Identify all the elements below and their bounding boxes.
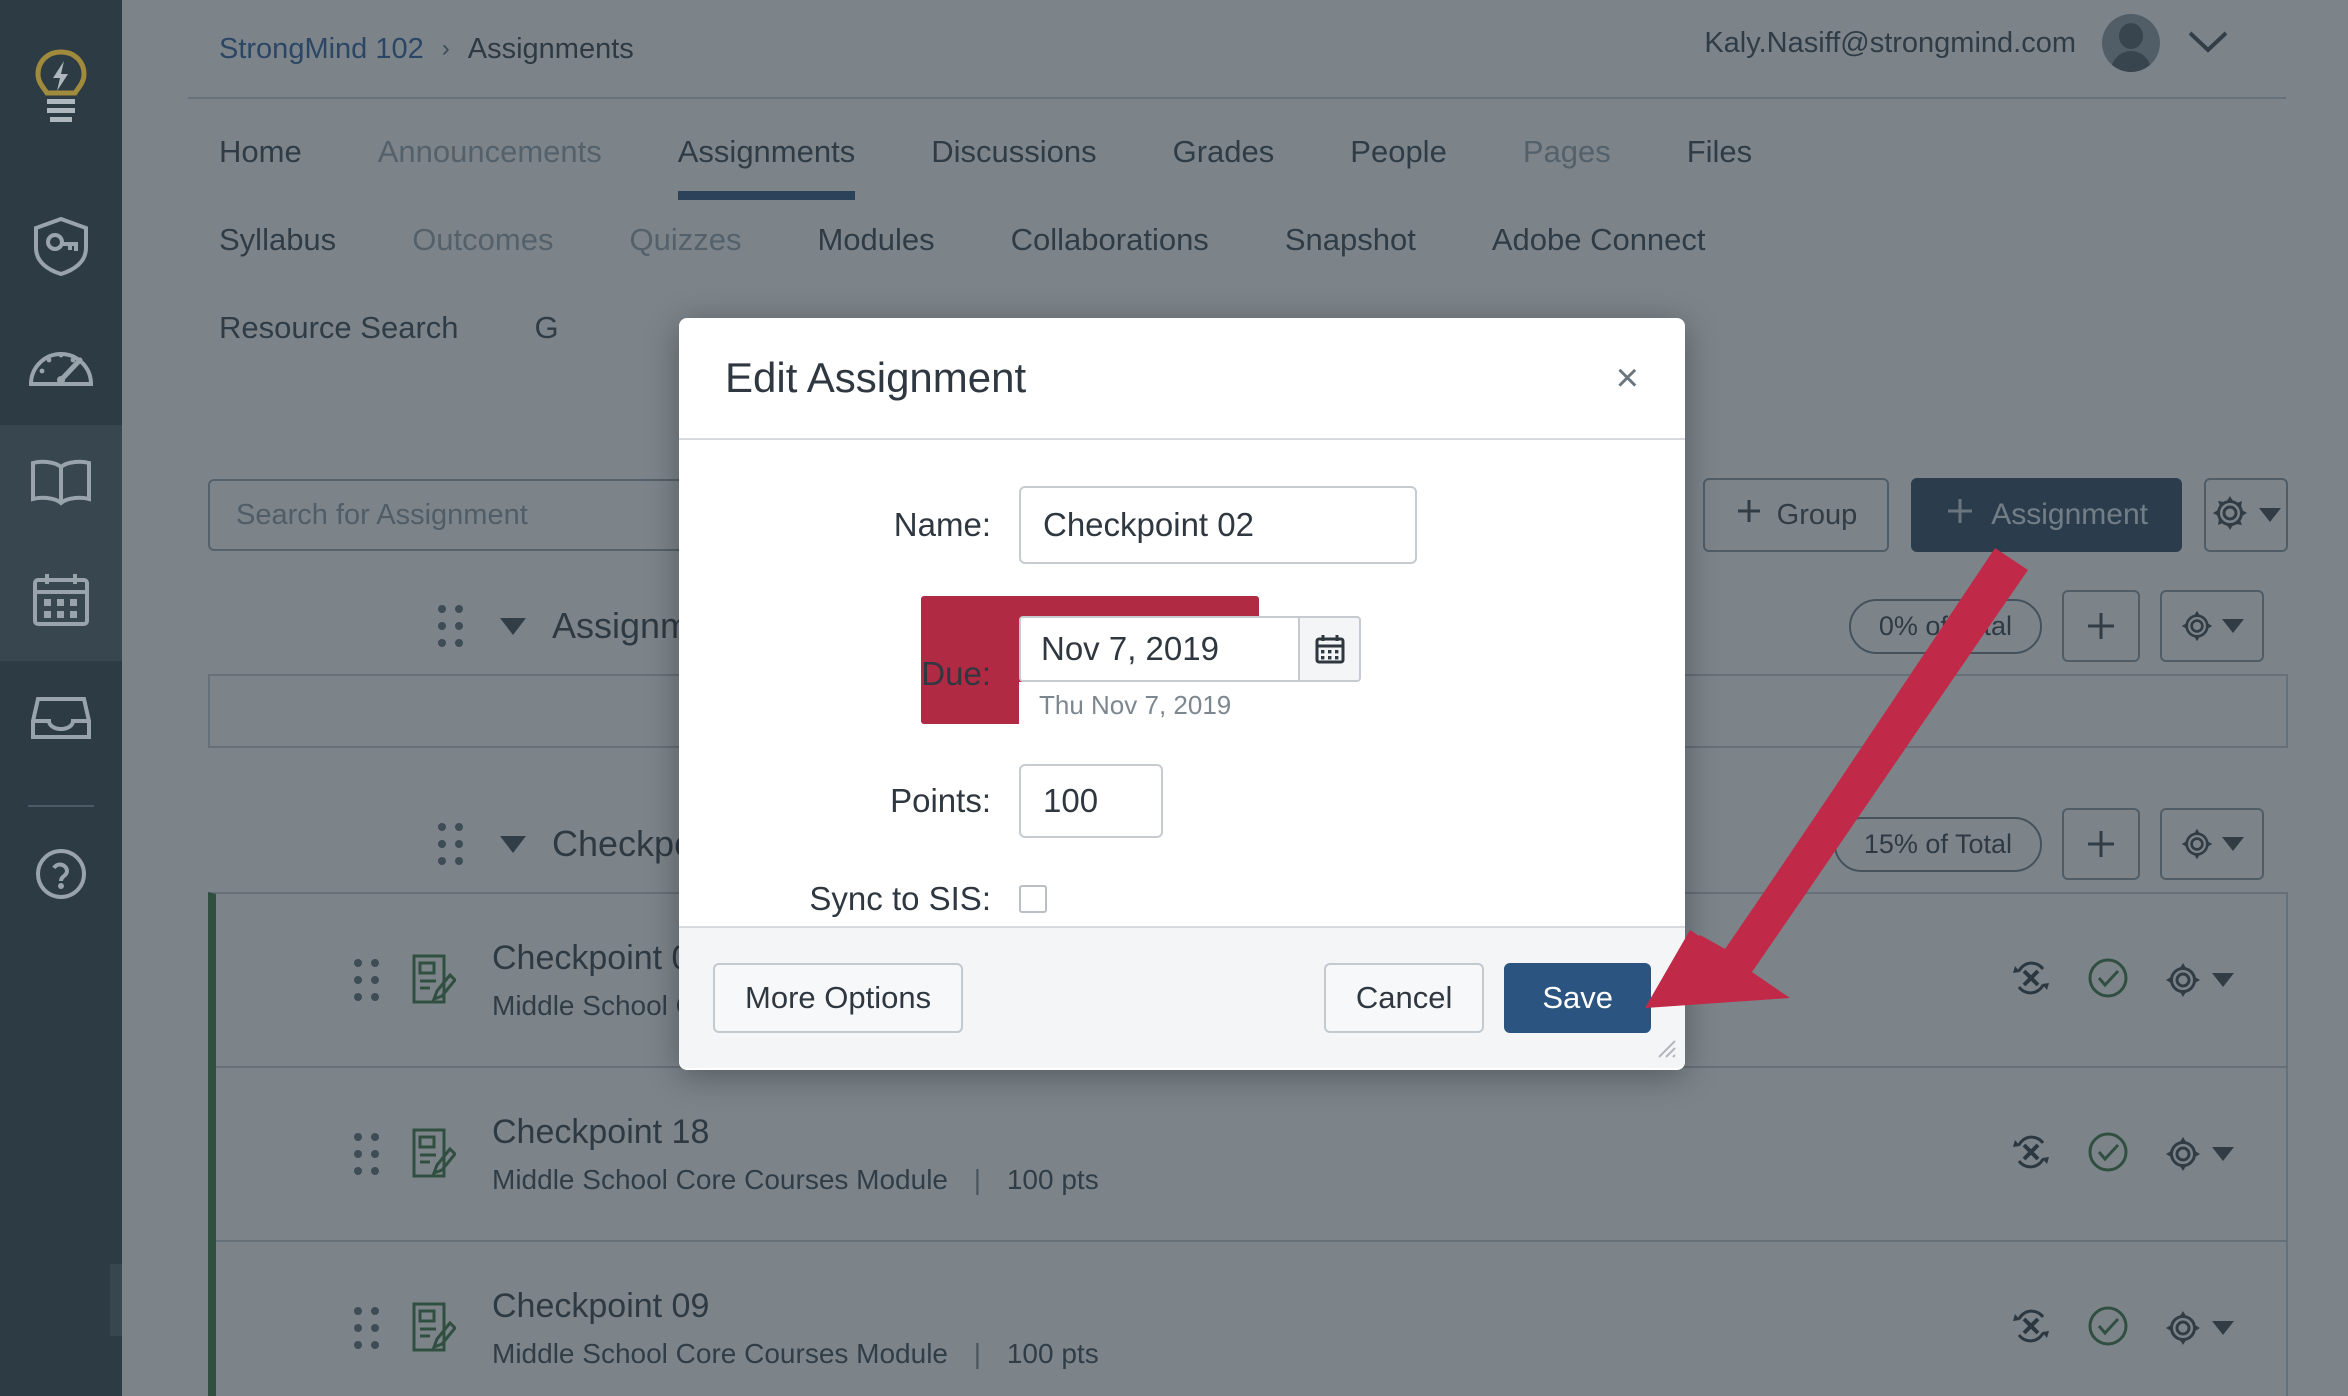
name-label: Name: xyxy=(893,506,991,543)
name-input[interactable]: Checkpoint 02 xyxy=(1019,486,1417,564)
sync-to-sis-row: Sync to SIS: xyxy=(679,880,1685,918)
due-field-row: Due: Nov 7, 2019 Thu Nov 7, 2019 xyxy=(679,616,1685,731)
footer-primary-actions: Cancel Save xyxy=(1323,963,1651,1033)
sidebar-item-admin[interactable] xyxy=(0,189,122,307)
due-date-input[interactable]: Nov 7, 2019 xyxy=(1019,616,1300,682)
resize-grip-icon[interactable] xyxy=(1651,1033,1677,1064)
sidebar-item-calendar[interactable] xyxy=(0,543,122,661)
sidebar-item-inbox[interactable] xyxy=(0,661,122,779)
due-date-hint: Thu Nov 7, 2019 xyxy=(1019,682,1307,731)
sidebar-item-dashboard[interactable] xyxy=(0,307,122,425)
dialog-footer: More Options Cancel Save xyxy=(679,926,1685,1068)
points-label: Points: xyxy=(890,782,991,819)
sidebar-item-courses[interactable] xyxy=(0,425,122,543)
sync-to-sis-checkbox[interactable] xyxy=(1019,885,1047,913)
courses-book-icon xyxy=(28,457,94,512)
dialog-header: Edit Assignment × xyxy=(679,318,1685,440)
sidebar-item-help[interactable] xyxy=(0,817,122,935)
cancel-button[interactable]: Cancel xyxy=(1323,963,1485,1033)
dialog-title: Edit Assignment xyxy=(725,354,1027,401)
calendar-icon xyxy=(31,572,91,633)
shield-key-icon xyxy=(31,215,91,282)
due-label: Due: xyxy=(921,654,991,692)
dialog-body: Name: Checkpoint 02 Due: Nov 7, 2019 Thu… xyxy=(679,440,1685,926)
close-icon[interactable]: × xyxy=(1616,358,1639,398)
more-options-button[interactable]: More Options xyxy=(713,963,964,1033)
inbox-tray-icon xyxy=(30,693,92,748)
due-input-line: Nov 7, 2019 xyxy=(1019,616,1361,682)
sync-to-sis-label: Sync to SIS: xyxy=(809,880,991,917)
dashboard-gauge-icon xyxy=(28,340,94,393)
calendar-picker-icon[interactable] xyxy=(1300,616,1361,682)
screen-root: StrongMind 102 › Assignments Kaly.Nasiff… xyxy=(0,0,2348,1396)
edit-assignment-dialog: Edit Assignment × Name: Checkpoint 02 Du… xyxy=(679,318,1685,1070)
save-button[interactable]: Save xyxy=(1504,963,1651,1033)
name-field-row: Name: Checkpoint 02 xyxy=(679,486,1685,564)
global-nav-rail xyxy=(0,0,122,1396)
points-input[interactable]: 100 xyxy=(1019,764,1163,838)
rail-divider xyxy=(28,805,94,807)
points-field-row: Points: 100 xyxy=(679,764,1685,838)
lightbulb-logo-icon[interactable] xyxy=(30,48,92,129)
due-date-field: Nov 7, 2019 Thu Nov 7, 2019 xyxy=(1019,616,1361,731)
help-circle-icon xyxy=(34,847,88,906)
